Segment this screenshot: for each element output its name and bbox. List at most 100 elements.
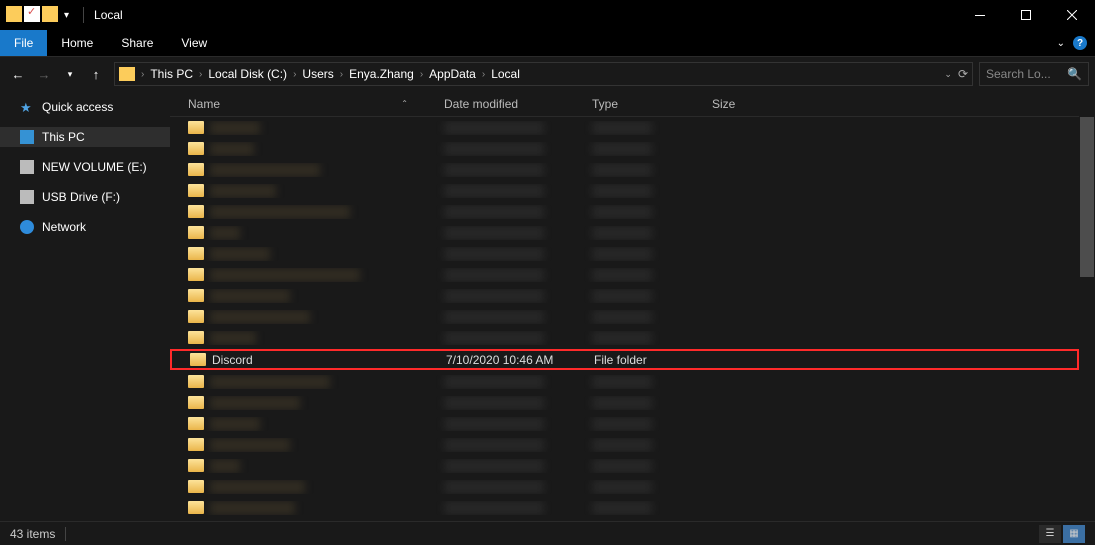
tab-share[interactable]: Share bbox=[107, 30, 167, 56]
breadcrumb-appdata[interactable]: AppData bbox=[425, 63, 480, 85]
folder-icon bbox=[42, 6, 58, 22]
scroll-thumb[interactable] bbox=[1080, 117, 1094, 277]
table-row[interactable] bbox=[170, 497, 1079, 518]
breadcrumb-local[interactable]: Local bbox=[487, 63, 524, 85]
table-row-discord[interactable]: Discord 7/10/2020 10:46 AMFile folder bbox=[170, 349, 1079, 370]
maximize-icon bbox=[1021, 10, 1031, 20]
folder-icon bbox=[188, 331, 204, 344]
minimize-icon bbox=[975, 15, 985, 16]
file-date: 7/10/2020 10:46 AM bbox=[438, 353, 586, 367]
breadcrumb-local-disk-c[interactable]: Local Disk (C:) bbox=[204, 63, 291, 85]
column-headers: Name ⌃ Date modified Type Size bbox=[170, 91, 1079, 117]
star-icon: ★ bbox=[20, 100, 34, 114]
folder-icon bbox=[188, 184, 204, 197]
usb-icon bbox=[20, 190, 34, 204]
table-row[interactable] bbox=[170, 159, 1079, 180]
table-row[interactable] bbox=[170, 434, 1079, 455]
folder-icon bbox=[188, 438, 204, 451]
chevron-right-icon[interactable]: › bbox=[139, 69, 146, 80]
sidebar-item-this-pc[interactable]: This PC bbox=[0, 127, 170, 147]
chevron-right-icon[interactable]: › bbox=[418, 69, 425, 80]
search-placeholder: Search Lo... bbox=[986, 67, 1051, 81]
folder-icon bbox=[188, 417, 204, 430]
folder-icon bbox=[188, 121, 204, 134]
recent-locations-button[interactable]: ▾ bbox=[58, 62, 82, 86]
sidebar-item-new-volume[interactable]: NEW VOLUME (E:) bbox=[0, 157, 170, 177]
column-header-name[interactable]: Name ⌃ bbox=[180, 97, 436, 111]
folder-icon bbox=[190, 353, 206, 366]
table-row[interactable] bbox=[170, 243, 1079, 264]
address-bar[interactable]: › This PC › Local Disk (C:) › Users › En… bbox=[114, 62, 973, 86]
table-row[interactable] bbox=[170, 327, 1079, 348]
forward-button[interactable]: → bbox=[32, 62, 56, 86]
folder-icon bbox=[188, 375, 204, 388]
sidebar-item-label: USB Drive (F:) bbox=[42, 190, 120, 204]
folder-icon bbox=[188, 247, 204, 260]
chevron-right-icon[interactable]: › bbox=[197, 69, 204, 80]
back-button[interactable]: ← bbox=[6, 62, 30, 86]
table-row[interactable] bbox=[170, 306, 1079, 327]
minimize-button[interactable] bbox=[957, 0, 1003, 30]
column-header-type[interactable]: Type bbox=[584, 97, 704, 111]
table-row[interactable] bbox=[170, 138, 1079, 159]
tab-file[interactable]: File bbox=[0, 30, 47, 56]
chevron-right-icon[interactable]: › bbox=[480, 69, 487, 80]
folder-icon bbox=[6, 6, 22, 22]
folder-icon bbox=[188, 205, 204, 218]
up-button[interactable]: ↑ bbox=[84, 62, 108, 86]
table-row[interactable] bbox=[170, 371, 1079, 392]
folder-icon bbox=[188, 268, 204, 281]
table-row[interactable] bbox=[170, 285, 1079, 306]
search-icon: 🔍 bbox=[1067, 67, 1082, 81]
chevron-right-icon[interactable]: › bbox=[338, 69, 345, 80]
chevron-right-icon[interactable]: › bbox=[291, 69, 298, 80]
file-list: Name ⌃ Date modified Type Size Discord 7/… bbox=[170, 91, 1079, 521]
folder-icon bbox=[188, 501, 204, 514]
column-header-size[interactable]: Size bbox=[704, 97, 794, 111]
sidebar-item-label: This PC bbox=[42, 130, 85, 144]
breadcrumb-this-pc[interactable]: This PC bbox=[146, 63, 197, 85]
chevron-down-icon[interactable]: ▾ bbox=[60, 6, 73, 25]
table-row[interactable] bbox=[170, 392, 1079, 413]
sidebar-item-network[interactable]: Network bbox=[0, 217, 170, 237]
chevron-down-icon[interactable]: ⌄ bbox=[944, 69, 952, 80]
tab-home[interactable]: Home bbox=[47, 30, 107, 56]
breadcrumb-users[interactable]: Users bbox=[298, 63, 337, 85]
expand-ribbon-button[interactable]: ⌄ bbox=[1053, 34, 1069, 53]
file-type: File folder bbox=[586, 353, 706, 367]
table-row[interactable] bbox=[170, 201, 1079, 222]
sidebar-item-usb-drive[interactable]: USB Drive (F:) bbox=[0, 187, 170, 207]
file-name: Discord bbox=[212, 353, 253, 367]
view-large-icons-button[interactable]: ▦ bbox=[1063, 525, 1085, 543]
table-row[interactable] bbox=[170, 222, 1079, 243]
vertical-scrollbar[interactable] bbox=[1079, 91, 1095, 521]
search-input[interactable]: Search Lo... 🔍 bbox=[979, 62, 1089, 86]
close-icon bbox=[1067, 10, 1077, 20]
column-header-date[interactable]: Date modified bbox=[436, 97, 584, 111]
pc-icon bbox=[20, 130, 34, 144]
table-row[interactable] bbox=[170, 117, 1079, 138]
folder-icon bbox=[188, 142, 204, 155]
status-item-count: 43 items bbox=[10, 527, 55, 541]
sort-arrow-icon: ⌃ bbox=[401, 99, 408, 108]
separator bbox=[83, 7, 84, 23]
view-details-button[interactable]: ☰ bbox=[1039, 525, 1061, 543]
table-row[interactable] bbox=[170, 264, 1079, 285]
sidebar-item-label: Quick access bbox=[42, 100, 113, 114]
tab-view[interactable]: View bbox=[167, 30, 221, 56]
folder-icon bbox=[119, 67, 135, 81]
refresh-icon[interactable]: ⟳ bbox=[958, 67, 968, 81]
folder-icon bbox=[188, 310, 204, 323]
sidebar-item-quick-access[interactable]: ★ Quick access bbox=[0, 97, 170, 117]
table-row[interactable] bbox=[170, 180, 1079, 201]
table-row[interactable] bbox=[170, 476, 1079, 497]
maximize-button[interactable] bbox=[1003, 0, 1049, 30]
sidebar-item-label: NEW VOLUME (E:) bbox=[42, 160, 147, 174]
window-title: Local bbox=[94, 8, 123, 22]
table-row[interactable] bbox=[170, 455, 1079, 476]
breadcrumb-user[interactable]: Enya.Zhang bbox=[345, 63, 418, 85]
close-button[interactable] bbox=[1049, 0, 1095, 30]
table-row[interactable] bbox=[170, 413, 1079, 434]
help-icon[interactable]: ? bbox=[1073, 36, 1087, 50]
properties-icon[interactable] bbox=[24, 6, 40, 22]
